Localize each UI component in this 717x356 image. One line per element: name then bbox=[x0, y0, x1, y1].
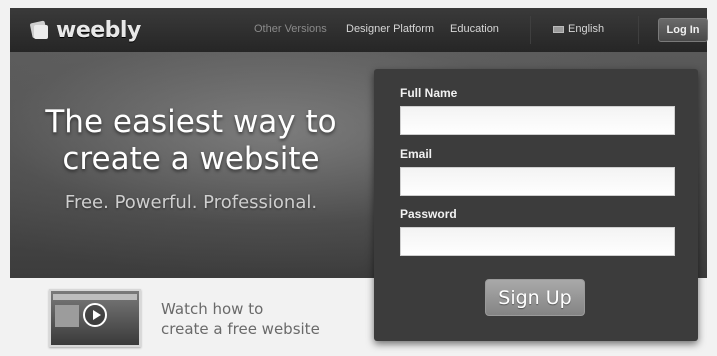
weebly-logo-icon bbox=[30, 20, 48, 39]
sign-up-button[interactable]: Sign Up bbox=[485, 279, 585, 316]
signup-panel: Full Name Email Password Sign Up bbox=[374, 69, 698, 341]
nav-designer-platform[interactable]: Designer Platform bbox=[346, 23, 434, 35]
flag-icon bbox=[553, 25, 564, 33]
watch-video-link[interactable]: Watch how to create a free website bbox=[161, 299, 320, 339]
password-label: Password bbox=[400, 207, 457, 221]
full-name-input[interactable] bbox=[400, 106, 675, 135]
password-input[interactable] bbox=[400, 227, 675, 256]
video-text-line-1: Watch how to bbox=[161, 300, 264, 318]
logo-text: weebly bbox=[56, 17, 141, 43]
thumbnail-content bbox=[55, 305, 79, 327]
nav-divider bbox=[638, 16, 639, 44]
language-label: English bbox=[568, 23, 605, 35]
hero-tagline: Free. Powerful. Professional. bbox=[64, 192, 318, 213]
headline-line-2: create a website bbox=[62, 141, 320, 177]
video-thumbnail[interactable] bbox=[49, 289, 141, 347]
top-navigation-bar: weebly Other Versions Designer Platform … bbox=[10, 8, 708, 52]
thumbnail-toolbar bbox=[53, 294, 137, 300]
language-selector[interactable]: English bbox=[553, 23, 604, 35]
email-label: Email bbox=[400, 147, 433, 161]
nav-divider bbox=[530, 16, 531, 44]
full-name-label: Full Name bbox=[400, 86, 458, 100]
nav-other-versions[interactable]: Other Versions bbox=[254, 23, 327, 35]
nav-education[interactable]: Education bbox=[450, 23, 499, 35]
play-icon[interactable] bbox=[83, 303, 107, 327]
hero-headline: The easiest way to create a website bbox=[10, 104, 372, 178]
video-text-line-2: create a free website bbox=[161, 320, 320, 338]
email-input[interactable] bbox=[400, 167, 675, 196]
weebly-logo[interactable]: weebly bbox=[28, 17, 141, 43]
headline-line-1: The easiest way to bbox=[45, 104, 337, 140]
login-button[interactable]: Log In bbox=[658, 18, 708, 42]
